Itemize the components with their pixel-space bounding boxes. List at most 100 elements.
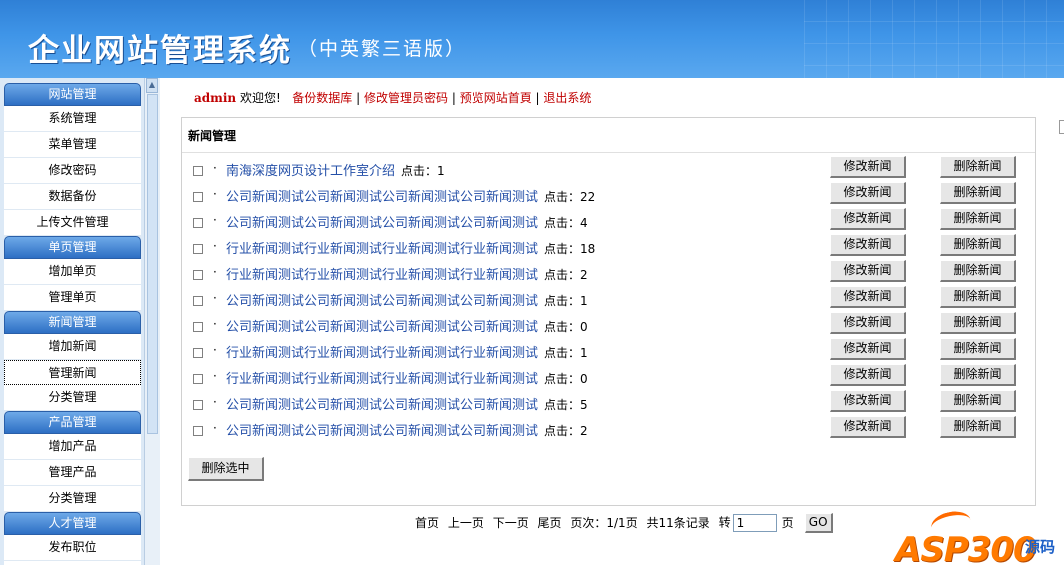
news-title-link[interactable]: 行业新闻测试行业新闻测试行业新闻测试行业新闻测试 点击：18 (226, 238, 595, 257)
edit-news-button[interactable]: 修改新闻 (830, 260, 906, 282)
menu-category-header[interactable]: 人才管理 (4, 512, 141, 535)
news-title-text[interactable]: 公司新闻测试公司新闻测试公司新闻测试公司新闻测试 (226, 398, 538, 413)
watermark-logo: ASP300 源码 (893, 508, 1064, 570)
news-title-link[interactable]: 公司新闻测试公司新闻测试公司新闻测试公司新闻测试 点击：1 (226, 290, 588, 309)
news-row: · 公司新闻测试公司新闻测试公司新闻测试公司新闻测试 点击：4 修改新闻 删除新闻 (182, 208, 1035, 234)
hits-count: 点击：1 (544, 346, 588, 360)
row-checkbox[interactable] (193, 348, 203, 358)
news-title-link[interactable]: 公司新闻测试公司新闻测试公司新闻测试公司新闻测试 点击：5 (226, 394, 588, 413)
preview-site-link[interactable]: 预览网站首頁 (460, 91, 532, 105)
hits-value: 5 (580, 398, 588, 412)
delete-news-button[interactable]: 删除新闻 (940, 156, 1016, 178)
scroll-thumb[interactable] (147, 94, 158, 434)
go-button[interactable]: GO (804, 513, 833, 533)
news-title-link[interactable]: 南海深度网页设计工作室介绍 点击：1 (226, 160, 445, 179)
row-checkbox[interactable] (193, 322, 203, 332)
scroll-up-icon[interactable]: ▲ (146, 78, 158, 93)
hits-label: 点击： (544, 268, 581, 282)
row-checkbox[interactable] (193, 270, 203, 280)
row-checkbox[interactable] (193, 166, 203, 176)
news-row: · 公司新闻测试公司新闻测试公司新闻测试公司新闻测试 点击：1 修改新闻 删除新闻 (182, 286, 1035, 312)
news-title-link[interactable]: 行业新闻测试行业新闻测试行业新闻测试行业新闻测试 点击：2 (226, 264, 588, 283)
change-admin-password-link[interactable]: 修改管理员密码 (364, 91, 448, 105)
row-checkbox[interactable] (193, 426, 203, 436)
edit-news-button[interactable]: 修改新闻 (830, 364, 906, 386)
sidebar-item[interactable]: 修改密码 (4, 158, 141, 184)
backup-db-link[interactable]: 备份数据库 (292, 91, 352, 105)
news-title-text[interactable]: 公司新闻测试公司新闻测试公司新闻测试公司新闻测试 (226, 216, 538, 231)
news-title-link[interactable]: 行业新闻测试行业新闻测试行业新闻测试行业新闻测试 点击：1 (226, 342, 588, 361)
delete-news-button[interactable]: 删除新闻 (940, 234, 1016, 256)
sidebar-item[interactable]: 上传文件管理 (4, 210, 141, 236)
news-row: · 行业新闻测试行业新闻测试行业新闻测试行业新闻测试 点击：1 修改新闻 删除新闻 (182, 338, 1035, 364)
delete-news-button[interactable]: 删除新闻 (940, 208, 1016, 230)
sidebar-item[interactable]: 菜单管理 (4, 132, 141, 158)
news-title-link[interactable]: 公司新闻测试公司新闻测试公司新闻测试公司新闻测试 点击：22 (226, 186, 595, 205)
news-title-text[interactable]: 公司新闻测试公司新闻测试公司新闻测试公司新闻测试 (226, 424, 538, 439)
row-checkbox[interactable] (193, 218, 203, 228)
delete-news-button[interactable]: 删除新闻 (940, 182, 1016, 204)
menu-category-header[interactable]: 单页管理 (4, 236, 141, 259)
delete-news-button[interactable]: 删除新闻 (940, 364, 1016, 386)
delete-news-button[interactable]: 删除新闻 (940, 390, 1016, 412)
delete-news-button[interactable]: 删除新闻 (940, 338, 1016, 360)
sidebar-item[interactable]: 增加产品 (4, 434, 141, 460)
news-row: · 南海深度网页设计工作室介绍 点击：1 修改新闻 删除新闻 (182, 156, 1035, 182)
row-checkbox[interactable] (193, 374, 203, 384)
edit-news-button[interactable]: 修改新闻 (830, 182, 906, 204)
delete-news-button[interactable]: 删除新闻 (940, 260, 1016, 282)
hits-count: 点击：18 (544, 242, 595, 256)
banner-grid-decoration (804, 0, 1064, 78)
row-checkbox[interactable] (193, 400, 203, 410)
page-number-input[interactable]: 1 (732, 514, 777, 532)
app-subtitle: （中英繁三语版） (298, 38, 467, 60)
sidebar-item[interactable]: 管理职位 (4, 561, 141, 565)
logout-link[interactable]: 退出系统 (543, 91, 591, 105)
sidebar-item[interactable]: 管理新闻 (4, 360, 141, 385)
sidebar-item[interactable]: 分类管理 (4, 385, 141, 411)
delete-news-button[interactable]: 删除新闻 (940, 312, 1016, 334)
news-title-text[interactable]: 公司新闻测试公司新闻测试公司新闻测试公司新闻测试 (226, 320, 538, 335)
sidebar-item[interactable]: 系统管理 (4, 106, 141, 132)
edit-news-button[interactable]: 修改新闻 (830, 338, 906, 360)
menu-category-header[interactable]: 产品管理 (4, 411, 141, 434)
row-checkbox[interactable] (193, 192, 203, 202)
edit-news-button[interactable]: 修改新闻 (830, 208, 906, 230)
edit-news-button[interactable]: 修改新闻 (830, 312, 906, 334)
news-title-text[interactable]: 公司新闻测试公司新闻测试公司新闻测试公司新闻测试 (226, 190, 538, 205)
sidebar-item[interactable]: 增加新闻 (4, 334, 141, 360)
delete-selected-button[interactable]: 删除选中 (188, 457, 264, 481)
menu-category-header[interactable]: 新闻管理 (4, 311, 141, 334)
sidebar-item[interactable]: 管理产品 (4, 460, 141, 486)
news-title-link[interactable]: 公司新闻测试公司新闻测试公司新闻测试公司新闻测试 点击：2 (226, 420, 588, 439)
news-title-link[interactable]: 公司新闻测试公司新闻测试公司新闻测试公司新闻测试 点击：0 (226, 316, 588, 335)
sidebar-item[interactable]: 分类管理 (4, 486, 141, 512)
next-page-link[interactable]: 下一页 (493, 516, 529, 530)
sidebar-item[interactable]: 管理单页 (4, 285, 141, 311)
delete-news-button[interactable]: 删除新闻 (940, 286, 1016, 308)
row-checkbox[interactable] (193, 296, 203, 306)
edit-news-button[interactable]: 修改新闻 (830, 390, 906, 412)
last-page-link[interactable]: 尾页 (538, 516, 562, 530)
news-title-text[interactable]: 公司新闻测试公司新闻测试公司新闻测试公司新闻测试 (226, 294, 538, 309)
edit-news-button[interactable]: 修改新闻 (830, 416, 906, 438)
menu-category-header[interactable]: 网站管理 (4, 83, 141, 106)
edit-news-button[interactable]: 修改新闻 (830, 234, 906, 256)
edit-news-button[interactable]: 修改新闻 (830, 156, 906, 178)
sidebar-item[interactable]: 数据备份 (4, 184, 141, 210)
news-title-text[interactable]: 行业新闻测试行业新闻测试行业新闻测试行业新闻测试 (226, 242, 538, 257)
news-title-text[interactable]: 南海深度网页设计工作室介绍 (226, 164, 395, 179)
news-title-link[interactable]: 行业新闻测试行业新闻测试行业新闻测试行业新闻测试 点击：0 (226, 368, 588, 387)
edit-news-button[interactable]: 修改新闻 (830, 286, 906, 308)
sidebar-item[interactable]: 发布职位 (4, 535, 141, 561)
row-checkbox[interactable] (193, 244, 203, 254)
news-title-link[interactable]: 公司新闻测试公司新闻测试公司新闻测试公司新闻测试 点击：4 (226, 212, 588, 231)
first-page-link[interactable]: 首页 (415, 516, 439, 530)
news-title-text[interactable]: 行业新闻测试行业新闻测试行业新闻测试行业新闻测试 (226, 268, 538, 283)
delete-news-button[interactable]: 删除新闻 (940, 416, 1016, 438)
news-title-text[interactable]: 行业新闻测试行业新闻测试行业新闻测试行业新闻测试 (226, 372, 538, 387)
sidebar-scrollbar[interactable]: ▲ (144, 78, 160, 565)
sidebar-item[interactable]: 增加单页 (4, 259, 141, 285)
prev-page-link[interactable]: 上一页 (448, 516, 484, 530)
news-title-text[interactable]: 行业新闻测试行业新闻测试行业新闻测试行业新闻测试 (226, 346, 538, 361)
